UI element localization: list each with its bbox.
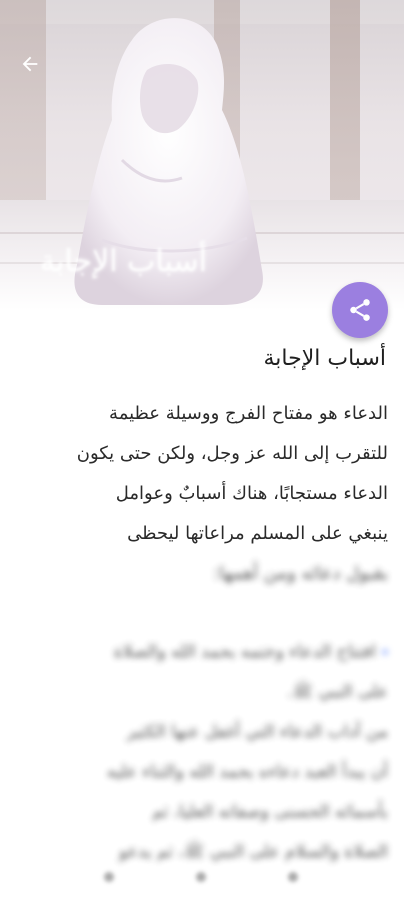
share-button[interactable] — [332, 282, 388, 338]
article-blurred-section: افتتاح الدعاء وختمه بحمد الله والصلاة عل… — [18, 632, 388, 872]
blurred-line: على النبي ﷺ. — [286, 682, 388, 702]
hero-title-overlay: أسباب الإجابة — [40, 244, 208, 279]
back-button[interactable] — [10, 46, 50, 82]
nav-dot — [104, 872, 114, 882]
blurred-line: أن يبدأ العبد دعاءه بحمد الله والثناء عل… — [106, 762, 388, 782]
hero-image: أسباب الإجابة — [0, 0, 404, 310]
article-content: أسباب الإجابة الدعاء هو مفتاح الفرج ووسي… — [0, 310, 404, 900]
article-intro-paragraph: الدعاء هو مفتاح الفرج ووسيلة عظيمة للتقر… — [18, 394, 388, 594]
paragraph-line: الدعاء مستجابًا، هناك أسبابٌ وعوامل — [115, 483, 388, 504]
article-screen: أسباب الإجابة أسباب الإجابة الدعاء هو مف… — [0, 0, 404, 900]
blurred-line: بأسمائه الحسنى وصفاته العليا، ثم — [152, 802, 388, 822]
nav-dot — [288, 872, 298, 882]
nav-bar-hint — [0, 868, 404, 888]
paragraph-line: الدعاء هو مفتاح الفرج ووسيلة عظيمة — [109, 403, 388, 424]
bullet-icon — [382, 649, 388, 655]
hero-pillar — [0, 0, 46, 230]
share-icon — [350, 299, 370, 321]
article-title: أسباب الإجابة — [263, 346, 386, 371]
paragraph-line: للتقرب إلى الله عز وجل، ولكن حتى يكون — [76, 443, 388, 464]
arrow-left-icon — [22, 56, 38, 72]
blurred-line: من آداب الدعاء التي أغفل عنها الكثير — [126, 722, 388, 742]
bullet-item: افتتاح الدعاء وختمه بحمد الله والصلاة — [18, 632, 388, 672]
hero-pillar — [330, 0, 360, 225]
paragraph-line: بقبول دعائه ومن أهمها: — [213, 563, 388, 584]
blurred-line: الصلاة والسلام على النبي ﷺ، ثم يدعو — [119, 842, 388, 862]
nav-dot — [196, 872, 206, 882]
paragraph-line: ينبغي على المسلم مراعاتها ليحظى — [127, 523, 388, 544]
blurred-line: افتتاح الدعاء وختمه بحمد الله والصلاة — [113, 642, 376, 662]
